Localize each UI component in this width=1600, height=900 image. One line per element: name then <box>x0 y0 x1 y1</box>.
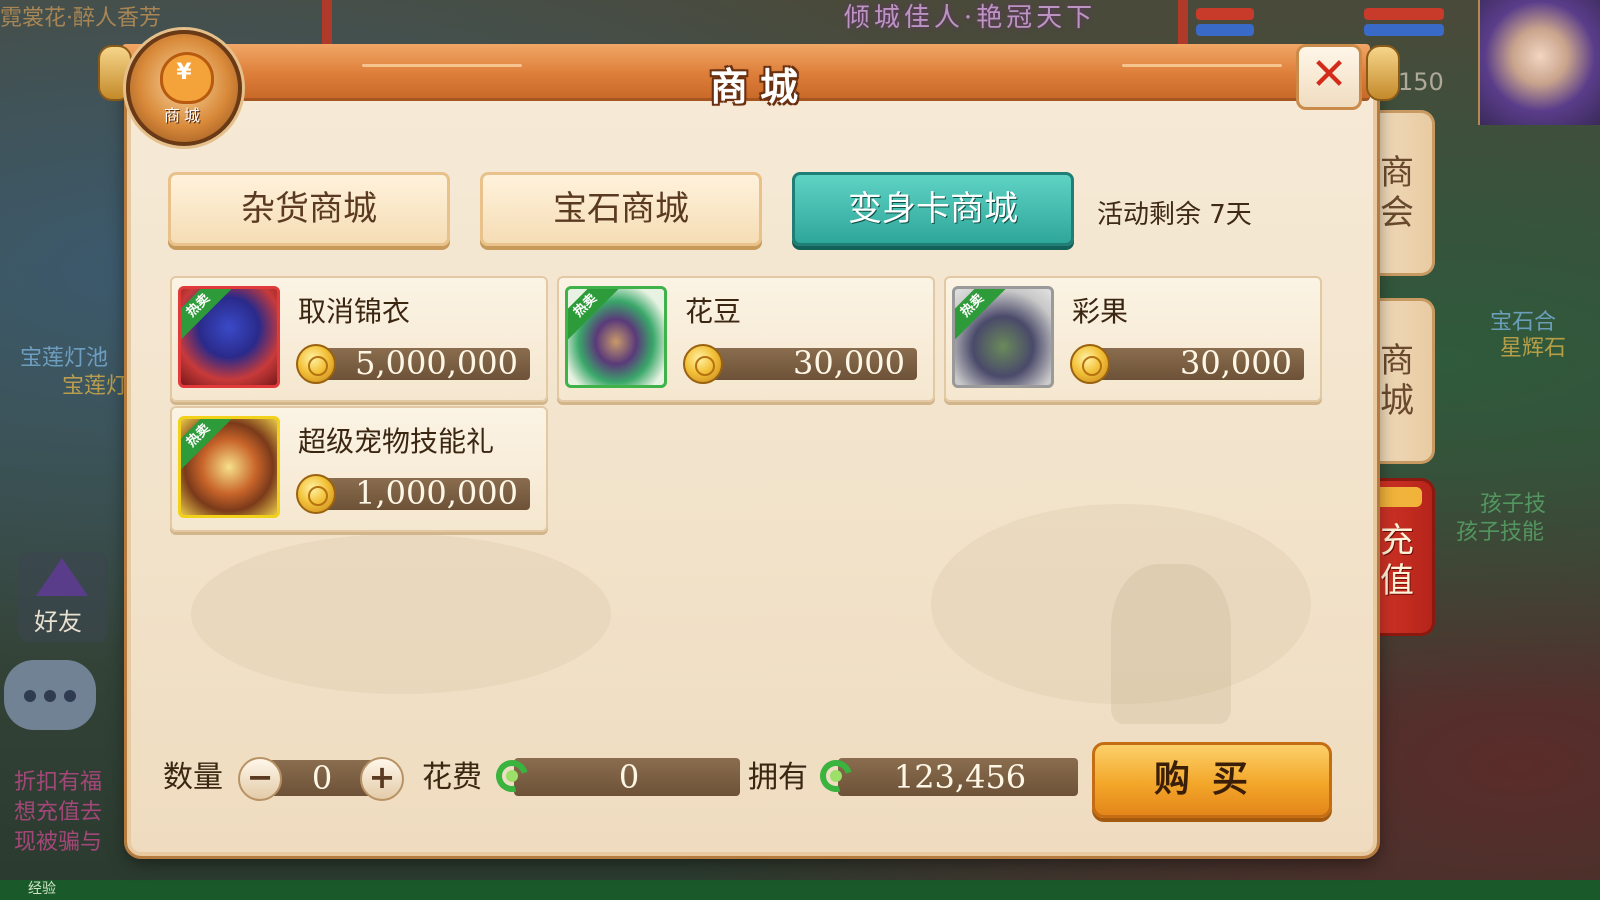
shop-item[interactable]: 热卖 取消锦衣 5,000,000 <box>170 276 548 402</box>
owned-label: 拥有 <box>748 760 808 795</box>
hot-sale-badge: 热卖 <box>181 289 236 343</box>
item-price: 30,000 <box>793 344 905 382</box>
background-text: 孩子技能 <box>1456 520 1545 545</box>
cost-label: 花费 <box>422 760 482 795</box>
side-tab-label: 商城 <box>1380 341 1414 421</box>
background-banner: 倾城佳人·艳冠天下 <box>843 3 1097 33</box>
item-price: 1,000,000 <box>355 474 518 512</box>
treasure-chest-icon: 热卖 <box>178 416 280 518</box>
quantity-value[interactable]: 0 <box>286 758 358 798</box>
hp-bar <box>1196 8 1254 20</box>
item-name: 取消锦衣 <box>298 295 411 328</box>
background-pillar <box>1178 0 1188 45</box>
quantity-plus-button[interactable]: + <box>360 757 404 801</box>
mp-bar <box>1196 24 1254 36</box>
level-number: 150 <box>1398 68 1444 96</box>
pet-hp-bar <box>1364 8 1444 20</box>
shop-item[interactable]: 热卖 超级宠物技能礼 1,000,000 <box>170 406 548 532</box>
event-remaining-text: 活动剩余 7天 <box>1097 200 1252 230</box>
player-avatar[interactable] <box>1478 0 1600 125</box>
background-text: 宝莲灯 <box>62 374 129 399</box>
hot-sale-badge: 热卖 <box>568 289 623 343</box>
item-price: 30,000 <box>1180 344 1292 382</box>
shop-item[interactable]: 热卖 彩果 30,000 <box>944 276 1322 402</box>
cost-value: 0 <box>618 758 640 796</box>
recharge-ornament-icon <box>1370 487 1422 507</box>
shop-item[interactable]: 热卖 花豆 30,000 <box>557 276 935 402</box>
item-name: 花豆 <box>685 295 742 328</box>
background-text: 星辉石 <box>1500 336 1567 361</box>
logo-text: 商城 <box>163 106 204 125</box>
quantity-minus-button[interactable]: − <box>238 757 282 801</box>
background-text: 现被骗与 <box>14 830 103 855</box>
item-price: 5,000,000 <box>355 344 518 382</box>
item-name: 超级宠物技能礼 <box>298 425 495 458</box>
background-mist <box>191 534 611 694</box>
chat-bubble-icon[interactable] <box>4 660 96 730</box>
jade-currency-icon <box>490 754 534 798</box>
bean-icon: 热卖 <box>565 286 667 388</box>
background-mountain <box>1111 564 1231 724</box>
close-button[interactable]: ✕ <box>1296 44 1362 110</box>
background-text: 想充值去 <box>14 800 103 825</box>
background-left-top-text: 霓裳花·醉人香芳 <box>0 6 161 31</box>
buy-button[interactable]: 购买 <box>1092 742 1332 818</box>
dialog-title: 商城 <box>709 65 810 109</box>
pet-mp-bar <box>1364 24 1444 36</box>
gourd-icon: 热卖 <box>952 286 1054 388</box>
quantity-label: 数量 <box>163 760 223 795</box>
costume-icon: 热卖 <box>178 286 280 388</box>
hot-sale-badge: 热卖 <box>181 419 236 473</box>
tab-gem-store[interactable]: 宝石商城 <box>480 172 762 246</box>
background-text: 折扣有福 <box>14 770 103 795</box>
jade-currency-icon <box>814 754 858 798</box>
friend-label: 好友 <box>34 608 82 636</box>
tab-transform-card-store[interactable]: 变身卡商城 <box>792 172 1074 246</box>
item-name: 彩果 <box>1072 295 1129 328</box>
close-icon: ✕ <box>1310 49 1348 100</box>
exp-label: 经验 <box>28 881 56 897</box>
exp-bar: 经验 <box>0 880 1600 900</box>
owned-value: 123,456 <box>893 758 1027 796</box>
side-tab-label: 商会 <box>1380 153 1414 233</box>
background-pillar <box>322 0 332 45</box>
scroll-knob-icon <box>1366 45 1400 101</box>
friend-avatar-icon <box>36 558 88 596</box>
hot-sale-badge: 热卖 <box>955 289 1010 343</box>
tab-general-store[interactable]: 杂货商城 <box>168 172 450 246</box>
shop-logo: ¥ 商城 <box>126 30 242 146</box>
side-tab-label: 充值 <box>1380 521 1414 601</box>
